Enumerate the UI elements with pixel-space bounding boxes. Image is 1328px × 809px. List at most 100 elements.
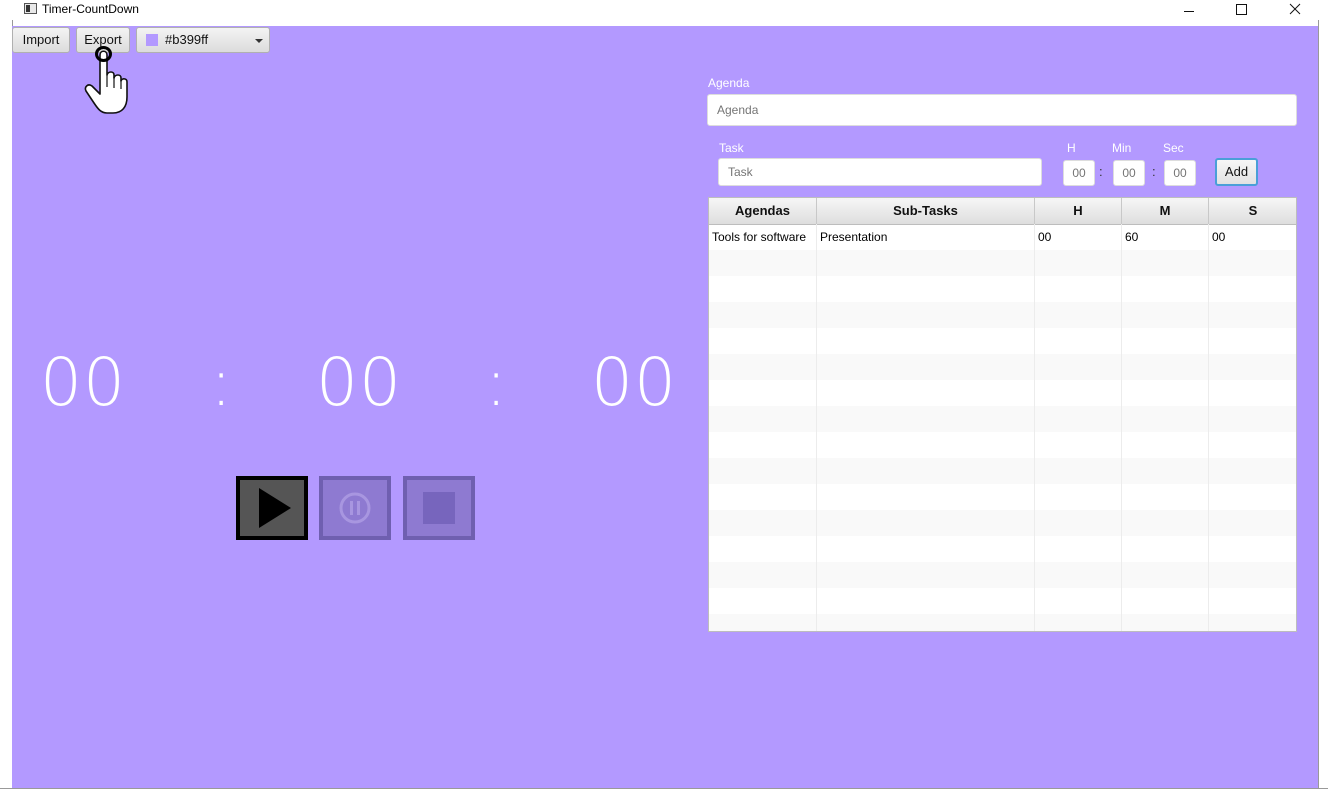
empty-cell [1209,614,1296,631]
empty-cell [709,536,817,562]
task-input[interactable] [718,158,1042,186]
cell-agenda: Tools for software [709,224,817,250]
close-icon [1289,3,1301,15]
empty-cell [1035,510,1122,536]
column-header-s[interactable]: S [1209,198,1296,224]
empty-cell [1122,328,1209,354]
minimize-button[interactable] [1166,0,1212,20]
empty-cell [1209,562,1296,588]
empty-cell [817,328,1035,354]
table-row-empty [709,354,1296,380]
empty-cell [1035,354,1122,380]
empty-cell [1035,588,1122,614]
play-button[interactable] [236,476,308,540]
task-label: Task [719,141,744,155]
import-button[interactable]: Import [12,27,70,53]
agenda-table[interactable]: Agendas Sub-Tasks H M S Tools for softwa… [708,197,1297,632]
table-header: Agendas Sub-Tasks H M S [709,198,1296,225]
seconds-input[interactable] [1164,160,1196,186]
empty-cell [709,510,817,536]
empty-cell [1209,588,1296,614]
table-row[interactable]: Tools for software Presentation 00 60 00 [709,224,1296,250]
hand-pointer-cursor-icon [84,46,128,114]
column-header-sub-tasks[interactable]: Sub-Tasks [817,198,1035,224]
empty-cell [817,432,1035,458]
empty-cell [709,406,817,432]
agenda-input[interactable] [707,94,1297,126]
empty-cell [1209,276,1296,302]
empty-cell [1209,302,1296,328]
timer-separator: : [210,344,234,421]
empty-cell [709,588,817,614]
column-header-agendas[interactable]: Agendas [709,198,817,224]
minutes-input[interactable] [1113,160,1145,186]
empty-cell [1209,536,1296,562]
empty-cell [709,354,817,380]
empty-cell [817,250,1035,276]
empty-cell [817,536,1035,562]
table-row-empty [709,250,1296,276]
hours-input[interactable] [1063,160,1095,186]
timer-hours: 00 [40,344,126,421]
close-button[interactable] [1272,0,1318,20]
background-window-edge-right [1318,20,1328,790]
empty-cell [1035,536,1122,562]
table-row-empty [709,432,1296,458]
column-header-h[interactable]: H [1035,198,1122,224]
empty-cell [1209,406,1296,432]
empty-cell [1122,250,1209,276]
table-row-empty [709,614,1296,631]
empty-cell [1209,510,1296,536]
empty-cell [817,354,1035,380]
color-picker[interactable]: #b399ff [136,27,270,53]
cell-sub-task: Presentation [817,224,1035,250]
table-row-empty [709,510,1296,536]
empty-cell [709,380,817,406]
empty-cell [1122,302,1209,328]
stop-button[interactable] [403,476,475,540]
empty-cell [1035,250,1122,276]
pause-button[interactable] [319,476,391,540]
empty-cell [1122,432,1209,458]
empty-cell [1122,562,1209,588]
empty-cell [709,328,817,354]
table-row-empty [709,458,1296,484]
timer-minutes: 00 [316,344,402,421]
maximize-button[interactable] [1218,0,1264,20]
minutes-label: Min [1112,141,1132,155]
empty-cell [1209,484,1296,510]
empty-cell [1122,354,1209,380]
empty-cell [709,276,817,302]
empty-cell [1122,406,1209,432]
empty-cell [1035,380,1122,406]
add-button[interactable]: Add [1215,158,1258,186]
table-row-empty [709,276,1296,302]
table-row-empty [709,562,1296,588]
empty-cell [1035,302,1122,328]
empty-cell [817,302,1035,328]
empty-cell [1209,328,1296,354]
empty-cell [817,406,1035,432]
empty-cell [1035,432,1122,458]
empty-cell [1035,406,1122,432]
table-row-empty [709,484,1296,510]
empty-cell [1035,328,1122,354]
empty-cell [1035,484,1122,510]
empty-cell [817,588,1035,614]
empty-cell [817,562,1035,588]
empty-cell [1122,536,1209,562]
empty-cell [1122,458,1209,484]
empty-cell [1122,614,1209,631]
timer-seconds: 00 [591,344,677,421]
column-header-m[interactable]: M [1122,198,1209,224]
title-bar: Timer-CountDown [0,0,1328,20]
empty-cell [1122,484,1209,510]
empty-cell [1122,510,1209,536]
empty-cell [709,562,817,588]
background-window-edge-bottom [0,788,1328,809]
stop-icon [423,492,455,524]
empty-cell [709,250,817,276]
table-row-empty [709,536,1296,562]
empty-cell [817,458,1035,484]
time-separator: : [1099,164,1103,179]
